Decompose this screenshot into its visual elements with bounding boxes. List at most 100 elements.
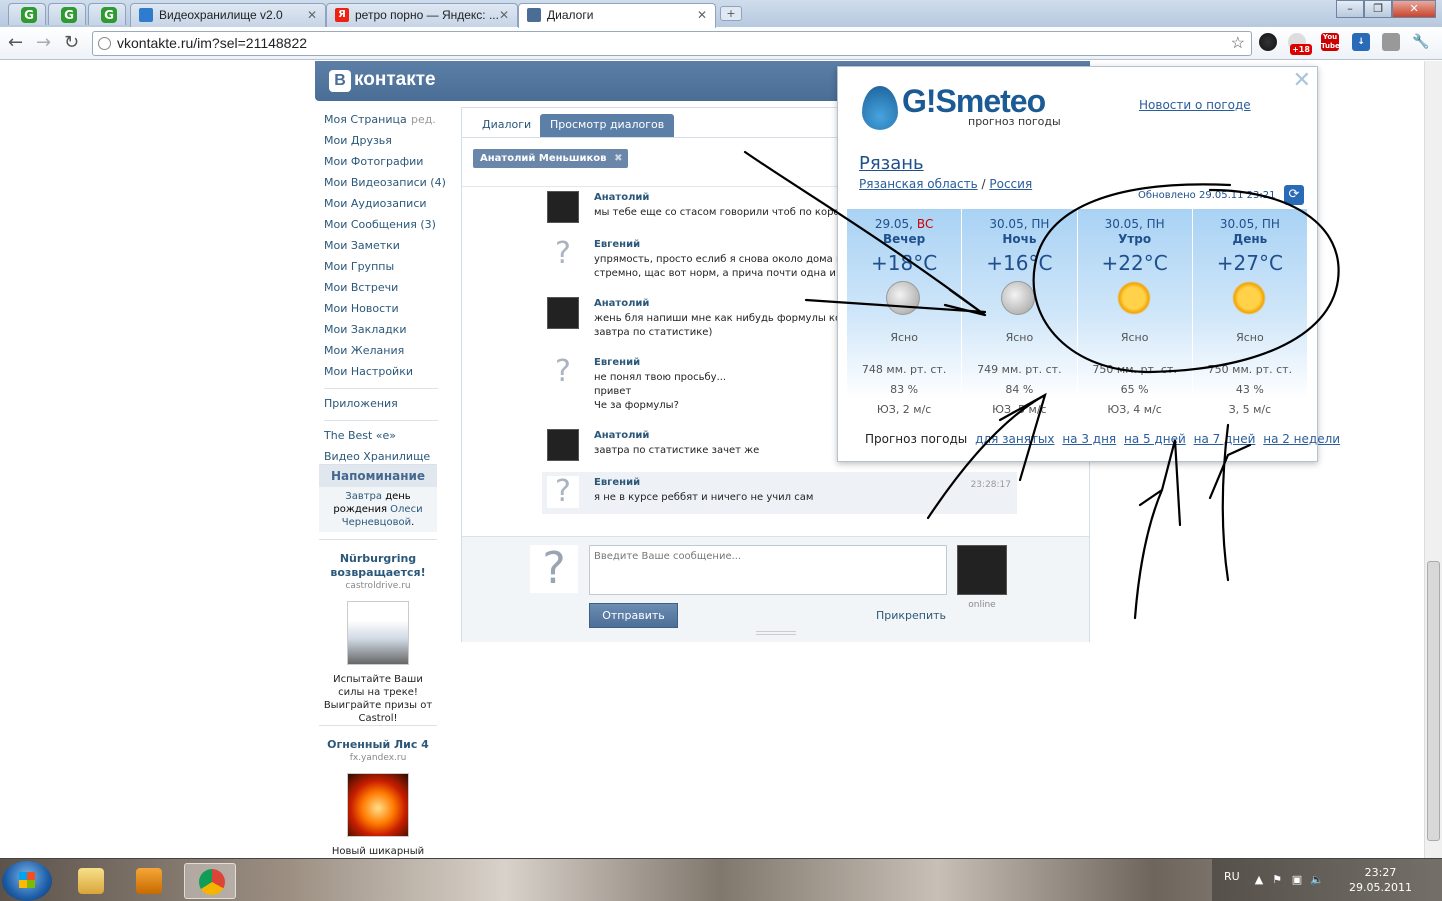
maximize-icon[interactable]: ❐: [1364, 0, 1393, 18]
ad-block[interactable]: Огненный Лис 4 fx.yandex.ru Новый шикарн…: [319, 725, 437, 858]
ad-car-image[interactable]: [347, 601, 409, 665]
pinned-tab[interactable]: G: [88, 3, 126, 25]
no-avatar-icon[interactable]: ?: [547, 476, 579, 508]
send-button[interactable]: Отправить: [589, 603, 678, 628]
menu-item[interactable]: Мои Новости: [324, 298, 438, 319]
forecast-busy-link[interactable]: для занятых: [975, 432, 1054, 446]
menu-link[interactable]: Мои Настройки: [324, 365, 413, 378]
message-author[interactable]: Анатолий: [594, 191, 649, 204]
avatar[interactable]: [547, 297, 579, 329]
forward-icon[interactable]: →: [36, 33, 51, 53]
reload-icon[interactable]: ↻: [64, 33, 79, 53]
close-icon[interactable]: ✕: [307, 4, 317, 26]
country-link[interactable]: Россия: [989, 177, 1032, 191]
menu-link[interactable]: Приложения: [324, 397, 398, 410]
taskbar-chrome[interactable]: [184, 863, 236, 899]
menu-item[interactable]: Мои Заметки: [324, 235, 438, 256]
message-author[interactable]: Евгений: [594, 238, 640, 251]
menu-link[interactable]: Мои Встречи: [324, 281, 398, 294]
youtube-icon[interactable]: You Tube: [1321, 33, 1340, 51]
no-avatar-icon[interactable]: ?: [547, 356, 579, 388]
menu-item[interactable]: Мои Группы: [324, 256, 438, 277]
network-icon[interactable]: ▣: [1290, 873, 1304, 887]
forecast-2weeks-link[interactable]: на 2 недели: [1263, 432, 1340, 446]
message-author[interactable]: Анатолий: [594, 429, 649, 442]
tab-videostore[interactable]: Видеохранилище v2.0 ✕: [130, 3, 326, 27]
tab-dialogs[interactable]: Диалоги ✕: [518, 3, 716, 28]
weather-news-link[interactable]: Новости о погоде: [1139, 98, 1251, 113]
peer-avatar[interactable]: [957, 545, 1007, 595]
menu-link[interactable]: Мои Друзья: [324, 134, 392, 147]
taskbar-explorer[interactable]: [64, 863, 116, 899]
forecast-3days-link[interactable]: на 3 дня: [1062, 432, 1116, 446]
show-hidden-icons-icon[interactable]: ▲: [1252, 873, 1266, 887]
firefox-logo-image[interactable]: [347, 773, 409, 837]
menu-link[interactable]: Мои Сообщения (3): [324, 218, 436, 231]
resize-grip[interactable]: [756, 631, 796, 635]
scrollbar-thumb[interactable]: [1427, 561, 1440, 841]
menu-link[interactable]: The Best «e»: [324, 429, 396, 442]
menu-link[interactable]: Мои Фотографии: [324, 155, 423, 168]
avatar[interactable]: [547, 191, 579, 223]
menu-item[interactable]: Мои Друзья: [324, 130, 438, 151]
download-icon[interactable]: ↓: [1352, 33, 1370, 51]
new-tab-button[interactable]: +: [720, 6, 742, 21]
menu-link[interactable]: Мои Закладки: [324, 323, 406, 336]
menu-link[interactable]: Видео Хранилище: [324, 450, 430, 463]
message-input[interactable]: Введите Ваше сообщение...: [589, 545, 947, 595]
menu-item[interactable]: Мои Закладки: [324, 319, 438, 340]
menu-item[interactable]: Мои Фотографии: [324, 151, 438, 172]
window-close-icon[interactable]: ✕: [1392, 0, 1436, 18]
menu-link[interactable]: Мои Аудиозаписи: [324, 197, 427, 210]
pinned-tab[interactable]: G: [8, 3, 46, 25]
forecast-7days-link[interactable]: на 7 дней: [1194, 432, 1256, 446]
menu-item[interactable]: Мои Встречи: [324, 277, 438, 298]
menu-link[interactable]: Мои Группы: [324, 260, 394, 273]
menu-item-the-best[interactable]: The Best «e»: [324, 425, 438, 446]
clock[interactable]: 23:27 29.05.2011: [1349, 865, 1412, 895]
menu-item[interactable]: Мои Видеозаписи (4): [324, 172, 446, 193]
close-icon[interactable]: ✕: [499, 4, 509, 26]
recipient-chip[interactable]: Анатолий Меньшиков ✖: [473, 149, 629, 168]
attach-link[interactable]: Прикрепить: [876, 609, 946, 623]
edit-link[interactable]: ред.: [411, 109, 436, 130]
no-avatar-icon[interactable]: ?: [547, 238, 579, 270]
menu-link[interactable]: Мои Видеозаписи (4): [324, 176, 446, 189]
close-icon[interactable]: ✕: [1293, 69, 1311, 93]
message-author[interactable]: Анатолий: [594, 297, 649, 310]
menu-item[interactable]: Мои Желания: [324, 340, 438, 361]
address-bar[interactable]: vkontakte.ru/im?sel=21148822 ☆: [92, 31, 1252, 56]
ad-title[interactable]: Огненный Лис 4: [319, 738, 437, 752]
my-avatar[interactable]: ?: [530, 545, 578, 593]
menu-link[interactable]: Мои Заметки: [324, 239, 400, 252]
menu-link[interactable]: Мои Новости: [324, 302, 399, 315]
menu-item[interactable]: Мои Настройки: [324, 361, 438, 382]
bookmark-star-icon[interactable]: ☆: [1231, 32, 1245, 55]
back-icon[interactable]: ←: [8, 33, 23, 53]
message-author[interactable]: Евгений: [594, 476, 640, 489]
start-button[interactable]: [2, 861, 52, 901]
wrench-icon[interactable]: 🔧: [1412, 33, 1430, 51]
volume-icon[interactable]: 🔈: [1310, 873, 1324, 887]
extension-icon[interactable]: [1259, 33, 1277, 51]
forecast-5days-link[interactable]: на 5 дней: [1124, 432, 1186, 446]
ad-title[interactable]: Nürburgring возвращается!: [319, 552, 437, 580]
taskbar-media-player[interactable]: [122, 863, 174, 899]
region-link[interactable]: Рязанская область: [859, 177, 978, 191]
page-scrollbar[interactable]: [1424, 61, 1442, 858]
tab-dialogs-list[interactable]: Диалоги: [472, 114, 541, 137]
close-icon[interactable]: ✕: [697, 4, 707, 26]
menu-item-apps[interactable]: Приложения: [324, 393, 438, 414]
tab-view-dialogs[interactable]: Просмотр диалогов: [540, 114, 675, 137]
city-link[interactable]: Рязань: [859, 153, 924, 175]
message-author[interactable]: Евгений: [594, 356, 640, 369]
vk-logo[interactable]: Вконтакте: [329, 68, 436, 92]
menu-item[interactable]: Мои Аудиозаписи: [324, 193, 438, 214]
language-indicator[interactable]: RU: [1224, 870, 1240, 884]
menu-link[interactable]: Моя Страница: [324, 113, 407, 126]
tab-yandex[interactable]: Я ретро порно — Яндекс: ... ✕: [326, 3, 518, 27]
action-center-icon[interactable]: ⚑: [1270, 873, 1284, 887]
menu-link[interactable]: Мои Желания: [324, 344, 404, 357]
refresh-icon[interactable]: ⟳: [1284, 185, 1304, 205]
pinned-tab[interactable]: G: [48, 3, 86, 25]
